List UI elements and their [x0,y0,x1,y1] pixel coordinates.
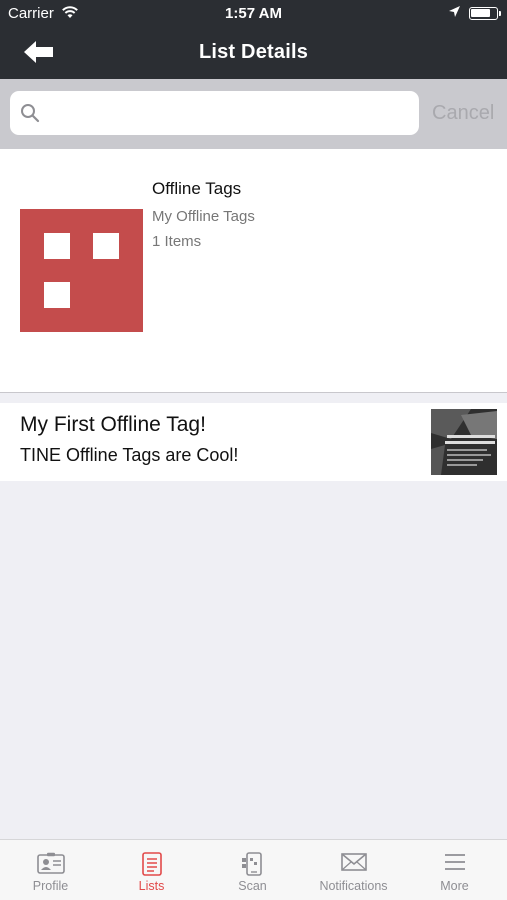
tab-scan-label: Scan [238,879,267,893]
item-thumbnail [431,409,497,475]
tab-lists[interactable]: Lists [101,840,202,900]
list-grid-icon [20,209,143,332]
search-input[interactable] [48,91,413,135]
tab-scan[interactable]: Scan [202,840,303,900]
menu-icon [444,854,465,870]
tab-profile-label: Profile [32,879,69,893]
item-title: My First Offline Tag! [20,413,206,436]
list-item-count: 1 Items [152,233,202,250]
list-header: Offline Tags My Offline Tags 1 Items [0,149,507,393]
list-subtitle: My Offline Tags [152,208,255,225]
tab-notifications-label: Notifications [319,879,388,893]
profile-icon [36,852,65,874]
tab-notifications[interactable]: Notifications [303,840,404,900]
list-item[interactable]: My First Offline Tag! TINE Offline Tags … [0,403,507,481]
scan-icon [241,852,262,876]
envelope-icon [340,853,367,871]
lists-icon [141,852,162,876]
list-title: Offline Tags [152,179,242,198]
top-bar: Carrier 1:57 AM List Details [0,0,507,79]
tab-bar: Profile Lists Scan Notifications More [0,839,507,900]
search-icon [21,104,40,123]
tab-profile[interactable]: Profile [0,840,101,900]
location-arrow-icon [448,5,461,22]
clock: 1:57 AM [225,5,282,22]
search-field[interactable] [10,91,419,135]
battery-icon [469,7,501,20]
page-title: List Details [198,41,309,63]
item-description: TINE Offline Tags are Cool! [20,445,239,465]
status-bar: Carrier 1:57 AM [0,0,507,28]
tab-lists-label: Lists [138,879,165,893]
search-bar: Cancel [0,79,507,149]
tab-more[interactable]: More [404,840,505,900]
tab-more-label: More [440,879,469,893]
cancel-button[interactable]: Cancel [432,102,494,125]
